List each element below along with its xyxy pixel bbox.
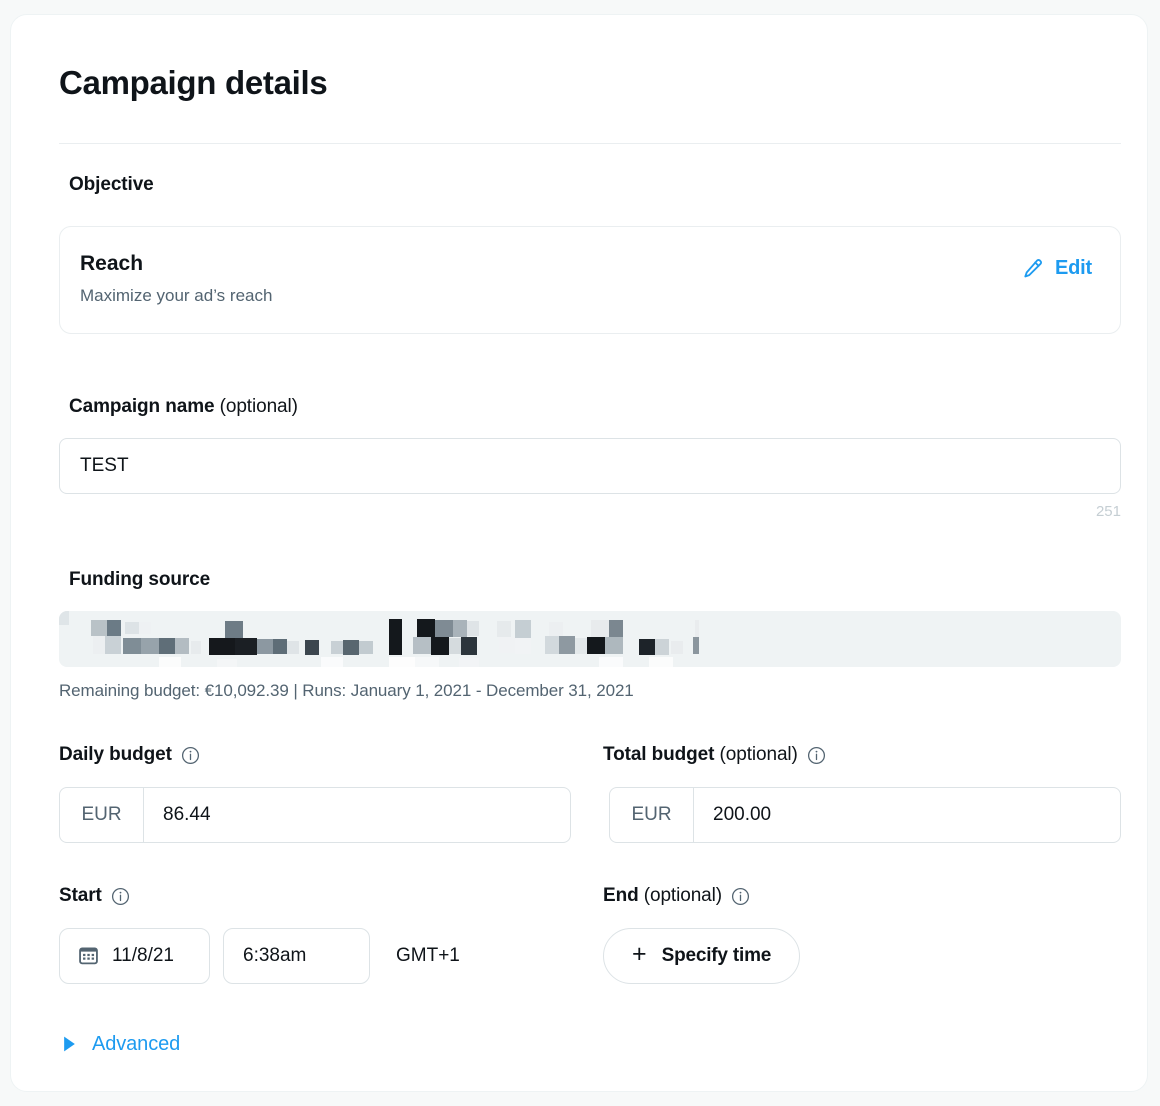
daily-budget-label: Daily budget	[59, 743, 172, 765]
end-label: End (optional)	[603, 885, 722, 907]
funding-source-label: Funding source	[69, 568, 211, 590]
total-budget-currency: EUR	[610, 787, 694, 842]
edit-objective-button[interactable]: Edit	[1021, 251, 1094, 280]
campaign-name-label-text: Campaign name	[69, 395, 215, 417]
page-title: Campaign details	[59, 64, 328, 101]
end-label-text: End	[603, 884, 639, 906]
info-icon[interactable]	[181, 746, 200, 765]
info-icon[interactable]	[111, 887, 130, 906]
objective-name: Reach	[80, 251, 144, 275]
total-budget-optional: (optional)	[714, 743, 798, 765]
start-date-picker[interactable]: 11/8/21	[59, 927, 210, 984]
objective-description: Maximize your ad’s reach	[80, 285, 273, 305]
pencil-icon	[1021, 257, 1044, 280]
info-icon[interactable]	[807, 746, 826, 765]
advanced-label: Advanced	[92, 1032, 181, 1055]
calendar-icon	[77, 944, 100, 967]
total-budget-label: Total budget (optional)	[603, 744, 798, 766]
header-divider	[59, 142, 1121, 144]
campaign-name-input[interactable]	[59, 437, 1121, 494]
triangle-right-icon	[63, 1036, 76, 1052]
plus-icon: +	[632, 940, 647, 969]
specify-end-time-button[interactable]: + Specify time	[603, 927, 801, 984]
daily-budget-input[interactable]	[144, 787, 570, 842]
total-budget-field: EUR	[609, 786, 1121, 843]
advanced-toggle[interactable]: Advanced	[49, 1033, 1109, 1056]
objective-section-label: Objective	[69, 173, 154, 195]
funding-source-helper-text: Remaining budget: €10,092.39 | Runs: Jan…	[59, 680, 634, 700]
campaign-details-card: Campaign details Objective Reach Maximiz…	[10, 14, 1148, 1092]
start-date-value: 11/8/21	[112, 944, 174, 966]
start-timezone: GMT+1	[396, 944, 460, 966]
total-budget-input[interactable]	[694, 787, 1120, 842]
objective-card: Reach Maximize your ad’s reach Edit	[59, 225, 1121, 334]
total-budget-label-text: Total budget	[603, 743, 715, 765]
start-time-value: 6:38am	[243, 944, 307, 966]
specify-end-time-label: Specify time	[661, 944, 772, 966]
funding-source-select[interactable]	[59, 610, 1121, 667]
edit-objective-label: Edit	[1055, 256, 1092, 279]
start-time-picker[interactable]: 6:38am	[223, 927, 370, 984]
campaign-name-label: Campaign name (optional)	[69, 396, 1109, 418]
info-icon[interactable]	[731, 887, 750, 906]
daily-budget-currency: EUR	[60, 787, 144, 842]
campaign-name-optional: (optional)	[214, 395, 298, 417]
redacted-funding-source-value	[59, 610, 699, 667]
start-label: Start	[59, 884, 102, 906]
end-optional: (optional)	[638, 884, 722, 906]
daily-budget-field: EUR	[59, 786, 571, 843]
campaign-name-char-count: 251	[1095, 502, 1121, 520]
